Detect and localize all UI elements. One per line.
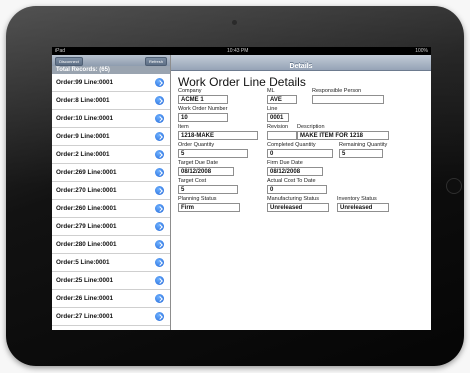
inventory-status-label: Inventory Status [337, 196, 377, 202]
manufacturing-status-field[interactable]: Unreleased [267, 203, 329, 212]
home-button[interactable] [446, 178, 462, 194]
battery-label: 100% [415, 48, 428, 54]
disclosure-chevron-icon[interactable] [155, 168, 164, 177]
scene: iPad 10:43 PM 100% Disconnect Refresh To… [0, 0, 470, 373]
disclosure-chevron-icon[interactable] [155, 222, 164, 231]
completed-quantity-label: Completed Quantity [267, 142, 316, 148]
disclosure-chevron-icon[interactable] [155, 96, 164, 105]
disclosure-chevron-icon[interactable] [155, 240, 164, 249]
item-label: Item [178, 124, 189, 130]
company-field[interactable]: ACME 1 [178, 95, 228, 104]
list-item-label: Order:269 Line:0001 [56, 169, 117, 176]
list-item[interactable]: Order:8 Line:0001 [52, 92, 170, 110]
disclosure-chevron-icon[interactable] [155, 78, 164, 87]
description-field[interactable]: MAKE ITEM FOR 1218 [297, 131, 389, 140]
list-item-label: Order:260 Line:0001 [56, 205, 117, 212]
target-cost-field[interactable]: 5 [178, 185, 238, 194]
detail-nav-bar: Details [171, 55, 431, 71]
disclosure-chevron-icon[interactable] [155, 186, 164, 195]
target-cost-label: Target Cost [178, 178, 207, 184]
page-title: Work Order Line Details [178, 75, 306, 89]
firm-due-date-label: Firm Due Date [267, 160, 303, 166]
manufacturing-status-label: Manufacturing Status [267, 196, 319, 202]
list-item[interactable]: Order:5 Line:0001 [52, 254, 170, 272]
disconnect-button[interactable]: Disconnect [55, 57, 83, 66]
disclosure-chevron-icon[interactable] [155, 150, 164, 159]
revision-field[interactable] [267, 131, 297, 140]
list-item-label: Order:10 Line:0001 [56, 115, 114, 122]
actual-cost-to-date-label: Actual Cost To Date [267, 178, 316, 184]
list-item[interactable]: Order:25 Line:0001 [52, 272, 170, 290]
list-item-label: Order:9 Line:0001 [56, 133, 110, 140]
detail-panel: Details Work Order Line Details Company … [171, 55, 431, 330]
disclosure-chevron-icon[interactable] [155, 258, 164, 267]
disclosure-chevron-icon[interactable] [155, 114, 164, 123]
order-quantity-label: Order Quantity [178, 142, 215, 148]
list-item-label: Order:305 Line:0001 [56, 326, 117, 330]
responsible-person-field[interactable] [312, 95, 384, 104]
target-due-date-field[interactable]: 08/12/2008 [178, 167, 234, 176]
disclosure-chevron-icon[interactable] [155, 132, 164, 141]
firm-due-date-field[interactable]: 08/12/2008 [267, 167, 323, 176]
list-item-label: Order:279 Line:0001 [56, 223, 117, 230]
list-item[interactable]: Order:26 Line:0001 [52, 290, 170, 308]
description-label: Description [297, 124, 325, 130]
disclosure-chevron-icon[interactable] [155, 312, 164, 321]
clock-label: 10:43 PM [227, 48, 249, 54]
list-item[interactable]: Order:270 Line:0001 [52, 182, 170, 200]
list-item-label: Order:280 Line:0001 [56, 241, 117, 248]
company-label: Company [178, 88, 202, 94]
planning-status-field[interactable]: Firm [178, 203, 240, 212]
list-item-label: Order:5 Line:0001 [56, 259, 110, 266]
list-item-label: Order:2 Line:0001 [56, 151, 110, 158]
disclosure-chevron-icon[interactable] [155, 204, 164, 213]
remaining-quantity-label: Remaining Quantity [339, 142, 388, 148]
list-item[interactable]: Order:260 Line:0001 [52, 200, 170, 218]
line-label: Line [267, 106, 278, 112]
work-order-number-label: Work Order Number [178, 106, 228, 112]
remaining-quantity-field[interactable]: 5 [339, 149, 383, 158]
actual-cost-to-date-field[interactable]: 0 [267, 185, 327, 194]
sidebar-toolbar: Disconnect Refresh [52, 55, 170, 66]
planning-status-label: Planning Status [178, 196, 217, 202]
completed-quantity-field[interactable]: 0 [267, 149, 333, 158]
list-item[interactable]: Order:280 Line:0001 [52, 236, 170, 254]
list-item[interactable]: Order:99 Line:0001 [52, 74, 170, 92]
disclosure-chevron-icon[interactable] [155, 276, 164, 285]
list-item-label: Order:99 Line:0001 [56, 79, 114, 86]
disclosure-chevron-icon[interactable] [155, 294, 164, 303]
list-item-label: Order:27 Line:0001 [56, 313, 114, 320]
list-item[interactable]: Order:9 Line:0001 [52, 128, 170, 146]
list-item[interactable]: Order:305 Line:0001 [52, 326, 170, 330]
refresh-button[interactable]: Refresh [145, 57, 167, 66]
item-field[interactable]: 1218-MAKE [178, 131, 258, 140]
order-quantity-field[interactable]: 5 [178, 149, 248, 158]
list-item[interactable]: Order:269 Line:0001 [52, 164, 170, 182]
records-count-header: Total Records: (65) [52, 66, 170, 74]
list-item[interactable]: Order:27 Line:0001 [52, 308, 170, 326]
carrier-label: iPad [55, 48, 66, 54]
ml-field[interactable]: AVE [267, 95, 297, 104]
list-item-label: Order:8 Line:0001 [56, 97, 110, 104]
work-order-number-field[interactable]: 10 [178, 113, 228, 122]
master-list-panel: Disconnect Refresh Total Records: (65) O… [52, 55, 171, 330]
ml-label: ML [267, 88, 275, 94]
line-field[interactable]: 0001 [267, 113, 289, 122]
order-list: Order:99 Line:0001 Order:8 Line:0001 Order… [52, 74, 170, 330]
list-item-label: Order:25 Line:0001 [56, 277, 114, 284]
screen: iPad 10:43 PM 100% Disconnect Refresh To… [52, 47, 431, 330]
nav-title: Details [289, 63, 313, 70]
list-item-label: Order:270 Line:0001 [56, 187, 117, 194]
camera-icon [232, 20, 237, 25]
list-item[interactable]: Order:2 Line:0001 [52, 146, 170, 164]
status-bar: iPad 10:43 PM 100% [52, 47, 431, 55]
list-item[interactable]: Order:10 Line:0001 [52, 110, 170, 128]
list-item[interactable]: Order:279 Line:0001 [52, 218, 170, 236]
inventory-status-field[interactable]: Unreleased [337, 203, 389, 212]
revision-label: Revision [267, 124, 289, 130]
responsible-person-label: Responsible Person [312, 88, 362, 94]
list-item-label: Order:26 Line:0001 [56, 295, 114, 302]
target-due-date-label: Target Due Date [178, 160, 219, 166]
